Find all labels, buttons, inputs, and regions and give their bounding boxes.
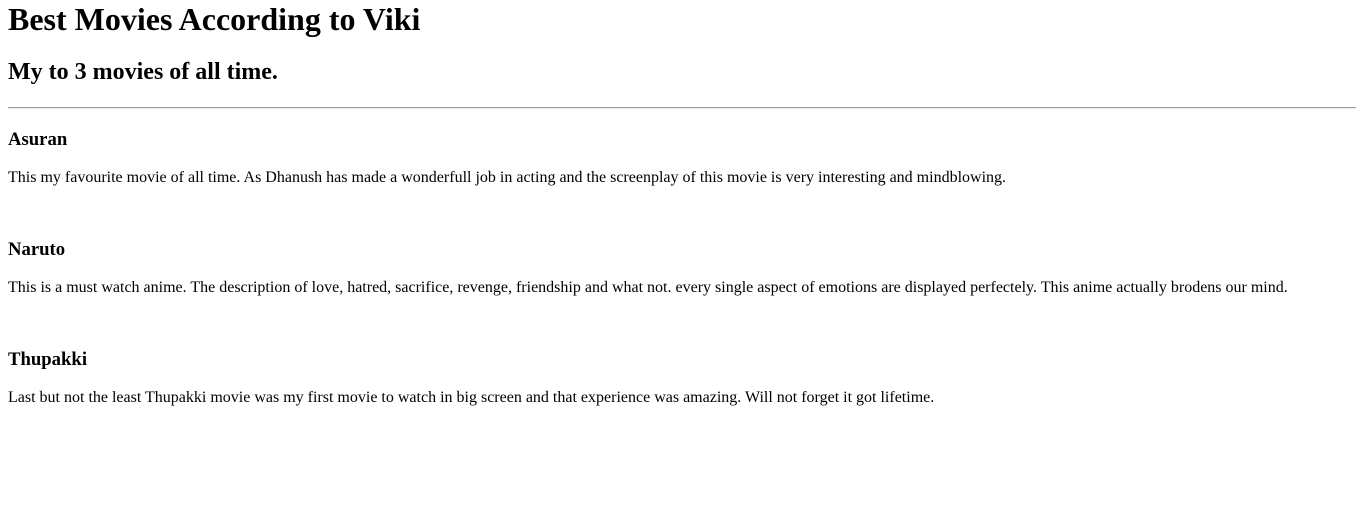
horizontal-divider bbox=[8, 107, 1356, 109]
movie-description: This my favourite movie of all time. As … bbox=[8, 169, 1007, 186]
movie-item-asuran: Asuran This my favourite movie of all ti… bbox=[8, 129, 1356, 187]
movie-title: Thupakki bbox=[8, 349, 88, 370]
movie-item-naruto: Naruto This is a must watch anime. The d… bbox=[8, 239, 1356, 297]
movie-description: This is a must watch anime. The descript… bbox=[8, 279, 1288, 296]
movie-title: Naruto bbox=[8, 239, 66, 260]
movie-title: Asuran bbox=[8, 129, 68, 150]
page-content: Best Movies According to Viki My to 3 mo… bbox=[0, 0, 1364, 407]
movie-description: Last but not the least Thupakki movie wa… bbox=[8, 389, 935, 406]
page-title: Best Movies According to Viki bbox=[8, 1, 421, 37]
movie-item-thupakki: Thupakki Last but not the least Thupakki… bbox=[8, 349, 1356, 407]
page-subtitle: My to 3 movies of all time. bbox=[8, 59, 278, 85]
